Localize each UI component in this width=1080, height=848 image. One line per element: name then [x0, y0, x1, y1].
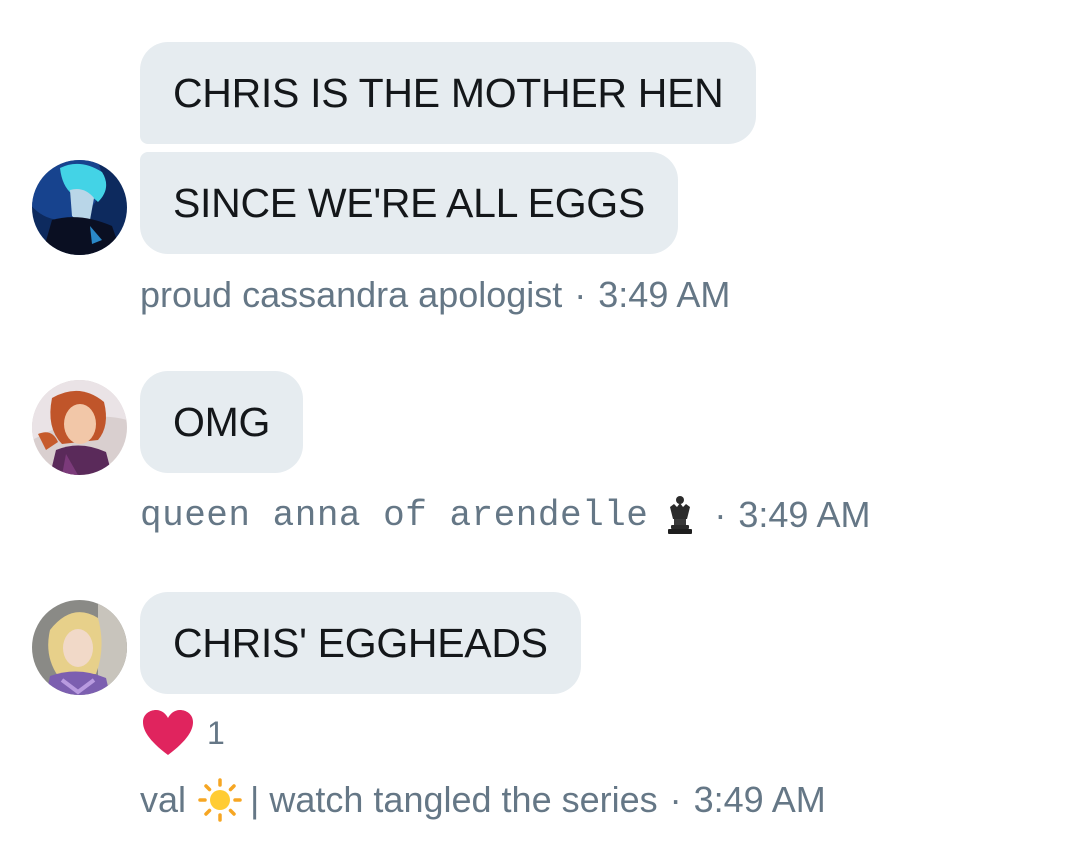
- timestamp: 3:49 AM: [598, 274, 731, 315]
- timestamp: 3:49 AM: [738, 494, 871, 535]
- separator-dot: ·: [669, 779, 682, 820]
- message-bubble[interactable]: CHRIS' EGGHEADS: [140, 592, 581, 694]
- heart-icon[interactable]: [143, 710, 193, 756]
- sender-name[interactable]: proud cassandra apologist: [140, 274, 562, 316]
- message-meta: proud cassandra apologist · 3:49 AM: [140, 274, 730, 316]
- reaction[interactable]: 1: [143, 710, 225, 756]
- chess-queen-icon: [662, 495, 698, 535]
- sender-avatar[interactable]: [32, 160, 127, 255]
- reaction-count: 1: [207, 714, 225, 751]
- avatar-anna-character-icon: [32, 380, 127, 475]
- sender-avatar[interactable]: [32, 600, 127, 695]
- sender-name-suffix[interactable]: | watch tangled the series: [250, 779, 658, 821]
- sun-icon: [198, 778, 242, 822]
- sender-name[interactable]: queen anna of arendelle: [140, 495, 648, 536]
- sender-avatar[interactable]: [32, 380, 127, 475]
- message-meta: val | watch tangled the series · 3:49 AM: [140, 778, 826, 822]
- sender-name-prefix[interactable]: val: [140, 779, 186, 821]
- message-bubble[interactable]: CHRIS IS THE MOTHER HEN: [140, 42, 757, 144]
- avatar-blue-haired-character-icon: [32, 160, 127, 255]
- separator-dot: ·: [714, 494, 727, 535]
- message-bubble[interactable]: SINCE WE'RE ALL EGGS: [140, 152, 678, 254]
- separator-dot: ·: [574, 274, 587, 315]
- avatar-blonde-person-icon: [32, 600, 127, 695]
- message-bubble[interactable]: OMG: [140, 371, 304, 473]
- timestamp: 3:49 AM: [693, 779, 826, 820]
- message-meta: queen anna of arendelle · 3:49 AM: [140, 494, 870, 536]
